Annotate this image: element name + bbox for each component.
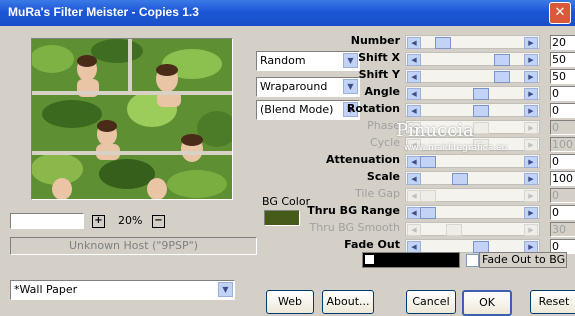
- param-value-field[interactable]: 100: [550, 171, 575, 186]
- slider-thumb[interactable]: [493, 71, 510, 83]
- param-slider[interactable]: ◀ ▶: [405, 69, 540, 83]
- param-value-field[interactable]: 20: [550, 35, 575, 50]
- zoom-level: 20%: [118, 214, 143, 227]
- param-slider[interactable]: ◀ ▶: [405, 205, 540, 219]
- param-label: Thru BG Smooth: [309, 221, 401, 234]
- param-label: Rotation: [346, 102, 400, 115]
- arrow-left-icon[interactable]: ◀: [407, 54, 421, 66]
- param-slider: ◀ ▶: [405, 222, 540, 236]
- slider-thumb[interactable]: [493, 54, 510, 66]
- slider-thumb[interactable]: [434, 37, 451, 49]
- arrow-left-icon: ◀: [407, 224, 421, 236]
- arrow-right-icon: ▶: [524, 122, 538, 134]
- arrow-right-icon[interactable]: ▶: [524, 105, 538, 117]
- arrow-right-icon[interactable]: ▶: [524, 37, 538, 49]
- slider-thumb: [420, 190, 436, 202]
- param-label: Cycle: [369, 136, 400, 149]
- arrow-right-icon: ▶: [524, 190, 538, 202]
- slider-thumb[interactable]: [420, 156, 436, 168]
- preview-tiles: [32, 39, 232, 199]
- arrow-left-icon[interactable]: ◀: [407, 207, 421, 219]
- param-slider[interactable]: ◀ ▶: [405, 154, 540, 168]
- slider-thumb[interactable]: [420, 207, 436, 219]
- slider-thumb: [472, 122, 489, 134]
- fade-gradient-bar[interactable]: [362, 252, 460, 268]
- zoom-in-button[interactable]: +: [92, 215, 105, 228]
- param-label: Number: [350, 34, 400, 47]
- param-slider: ◀ ▶: [405, 188, 540, 202]
- param-value-field[interactable]: 0: [550, 103, 575, 118]
- param-slider[interactable]: ◀ ▶: [405, 35, 540, 49]
- param-label: Shift Y: [358, 68, 400, 81]
- param-value-field[interactable]: 50: [550, 52, 575, 67]
- param-slider[interactable]: ◀ ▶: [405, 171, 540, 185]
- param-slider[interactable]: ◀ ▶: [405, 239, 540, 253]
- param-label: Scale: [366, 170, 400, 183]
- arrow-right-icon[interactable]: ▶: [524, 156, 538, 168]
- arrow-left-icon: ◀: [407, 190, 421, 202]
- arrow-left-icon[interactable]: ◀: [407, 88, 421, 100]
- param-value-field: 100: [550, 137, 575, 152]
- param-value-field[interactable]: 0: [550, 86, 575, 101]
- arrow-right-icon: ▶: [524, 224, 538, 236]
- param-label: Fade Out: [344, 238, 400, 251]
- slider-thumb[interactable]: [451, 173, 468, 185]
- fade-out-checkbox[interactable]: [466, 254, 479, 267]
- param-value-field[interactable]: 0: [550, 205, 575, 220]
- window-title: MuRa's Filter Meister - Copies 1.3: [8, 5, 199, 19]
- cancel-button[interactable]: Cancel: [406, 290, 456, 314]
- preset-dropdown[interactable]: *Wall Paper ▼: [10, 280, 235, 300]
- zoom-out-button[interactable]: −: [152, 215, 165, 228]
- arrow-right-icon[interactable]: ▶: [524, 71, 538, 83]
- fade-out-label: Fade Out to BG: [479, 252, 567, 268]
- watermark-name: Pinuccia: [396, 120, 474, 141]
- param-slider[interactable]: ◀ ▶: [405, 52, 540, 66]
- param-value-field[interactable]: 0: [550, 154, 575, 169]
- param-label: Angle: [364, 85, 400, 98]
- param-slider[interactable]: ◀ ▶: [405, 103, 540, 117]
- arrow-right-icon: ▶: [524, 139, 538, 151]
- slider-thumb[interactable]: [472, 105, 489, 117]
- web-button[interactable]: Web: [266, 290, 314, 314]
- preset-dropdown-value: *Wall Paper: [14, 283, 78, 296]
- param-label: Shift X: [358, 51, 400, 64]
- param-value-field: 0: [550, 120, 575, 135]
- reset-button[interactable]: Reset: [530, 290, 575, 314]
- arrow-left-icon[interactable]: ◀: [407, 71, 421, 83]
- param-label: Attenuation: [326, 153, 400, 166]
- arrow-right-icon[interactable]: ▶: [524, 54, 538, 66]
- preview-image[interactable]: [31, 38, 233, 200]
- arrow-right-icon[interactable]: ▶: [524, 173, 538, 185]
- about-button[interactable]: About...: [322, 290, 374, 314]
- zoom-field[interactable]: [10, 213, 84, 229]
- param-value-field[interactable]: 50: [550, 69, 575, 84]
- arrow-left-icon[interactable]: ◀: [407, 105, 421, 117]
- param-slider[interactable]: ◀ ▶: [405, 86, 540, 100]
- close-button[interactable]: ✕: [549, 2, 571, 24]
- arrow-right-icon[interactable]: ▶: [524, 88, 538, 100]
- arrow-left-icon[interactable]: ◀: [407, 37, 421, 49]
- title-bar: MuRa's Filter Meister - Copies 1.3 ✕: [0, 0, 575, 26]
- slider-thumb[interactable]: [472, 88, 489, 100]
- chevron-down-icon[interactable]: ▼: [218, 282, 233, 297]
- param-label: Phase: [367, 119, 400, 132]
- arrow-right-icon[interactable]: ▶: [524, 207, 538, 219]
- param-label: Tile Gap: [354, 187, 400, 200]
- watermark-site: www.maidiregrafica.eu: [404, 143, 508, 153]
- fade-start-marker[interactable]: [364, 254, 375, 265]
- arrow-left-icon[interactable]: ◀: [407, 156, 421, 168]
- param-value-field: 0: [550, 188, 575, 203]
- param-label: Thru BG Range: [307, 204, 400, 217]
- ok-button[interactable]: OK: [462, 290, 512, 316]
- arrow-left-icon[interactable]: ◀: [407, 173, 421, 185]
- host-label: Unknown Host ("9PSP"): [10, 237, 257, 255]
- param-value-field: 30: [550, 222, 575, 237]
- slider-thumb: [446, 224, 463, 236]
